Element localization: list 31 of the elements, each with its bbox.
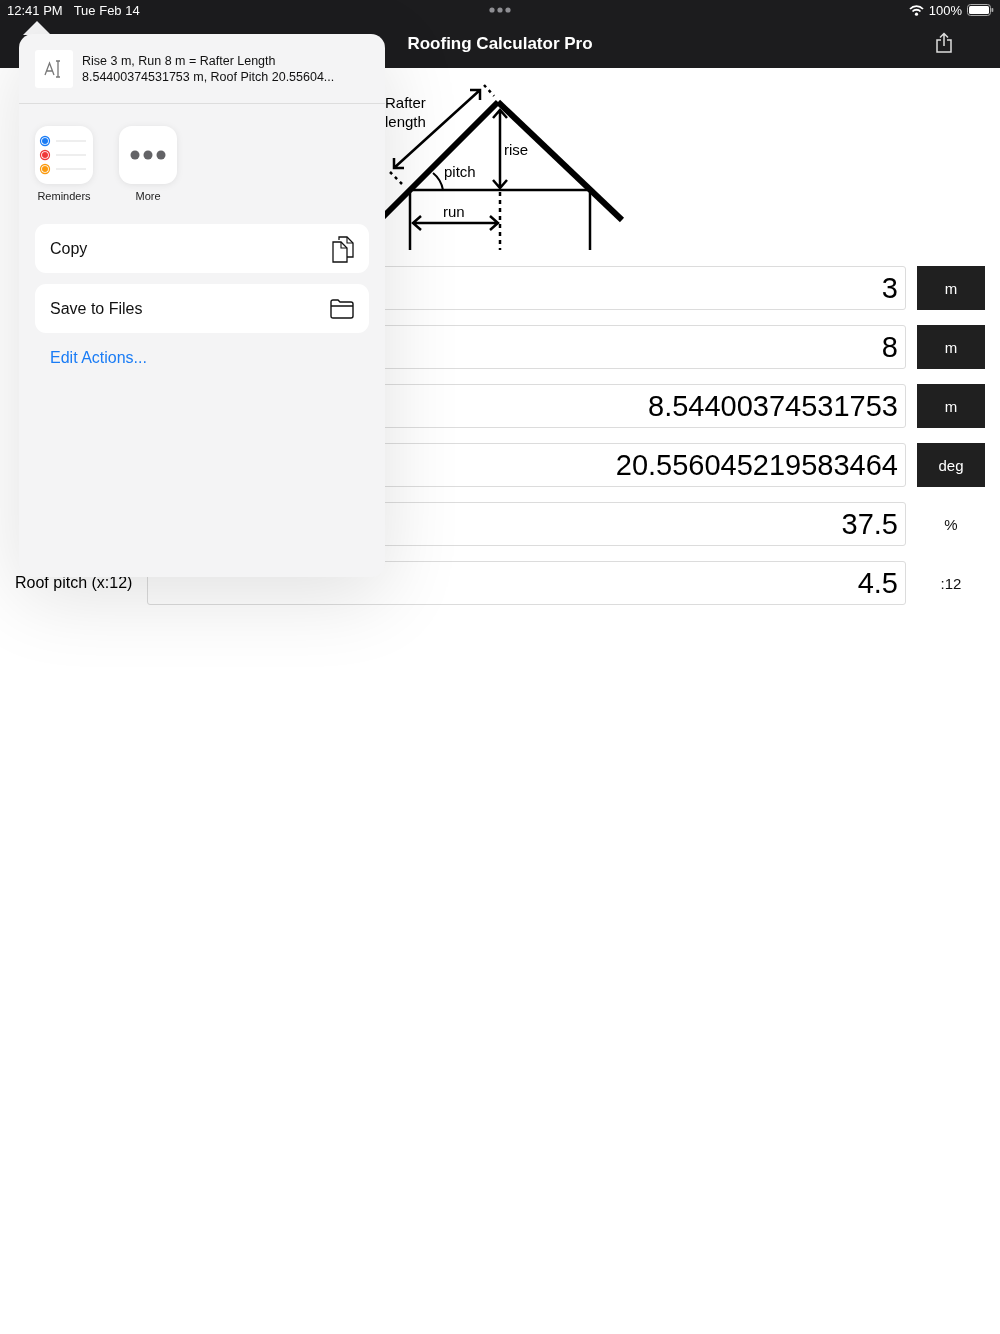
reminders-app-icon[interactable] [35, 126, 93, 184]
unit-label: :12 [940, 574, 962, 592]
status-date: Tue Feb 14 [73, 2, 140, 18]
nav-title: Roofing Calculator Pro [407, 34, 593, 54]
preview-text: Rise 3 m, Run 8 m = Rafter Length [82, 52, 277, 69]
copy-icon [332, 234, 354, 263]
unit-button[interactable]: m [917, 384, 985, 428]
preview-text: 8.54400374531753 m, Roof Pitch 20.55604... [82, 68, 335, 85]
text-document-icon [35, 49, 73, 88]
diagram-label: pitch [444, 163, 476, 180]
unit-button[interactable]: m [917, 325, 985, 369]
wifi-icon [908, 4, 924, 16]
battery-icon [967, 4, 994, 16]
diagram-label: rise [504, 141, 529, 158]
unit-button[interactable]: m [917, 266, 985, 310]
app-label: Reminders [37, 190, 91, 202]
unit-label: % [944, 515, 958, 533]
folder-icon [330, 298, 354, 319]
status-time: 12:41 PM [7, 2, 63, 18]
more-icon[interactable] [119, 126, 177, 184]
battery-percent: 100% [928, 2, 962, 18]
share-icon[interactable] [935, 32, 953, 54]
share-action[interactable]: Save to Files [35, 284, 369, 333]
unit-button[interactable]: deg [917, 443, 985, 487]
share-action[interactable]: Copy [35, 224, 369, 273]
diagram-label: length [385, 113, 426, 130]
app-label: More [135, 190, 161, 202]
edit-actions-link[interactable]: Edit Actions... [50, 349, 147, 367]
multitasking-dots-icon[interactable] [489, 7, 511, 13]
diagram-label: Rafter [385, 94, 426, 111]
diagram-label: run [443, 203, 465, 220]
